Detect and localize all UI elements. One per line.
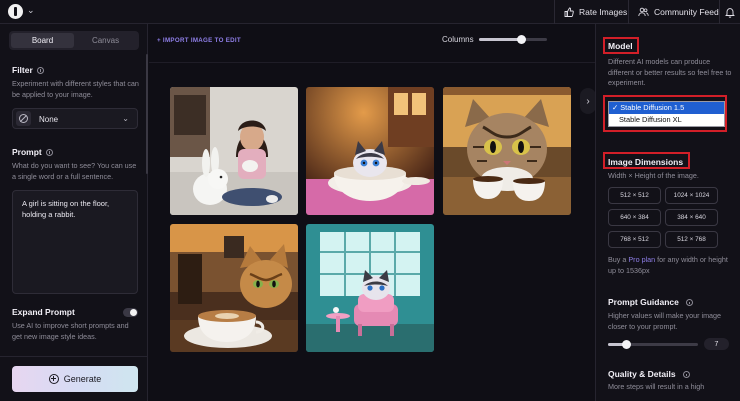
board-area: + IMPORT IMAGE TO EDIT Columns › (149, 24, 596, 401)
tab-board[interactable]: Board (11, 33, 74, 48)
model-option-selected[interactable]: ✓ Stable Diffusion 1.5 (609, 102, 724, 114)
info-icon[interactable] (686, 299, 694, 306)
users-icon (638, 7, 649, 17)
image-dimensions-description: Width × Height of the image. (608, 171, 699, 180)
community-feed-label: Community Feed (654, 7, 719, 17)
filter-description: Experiment with different styles that ca… (12, 79, 139, 99)
columns-slider-knob[interactable] (517, 35, 526, 44)
image-cat-latte[interactable] (170, 224, 298, 352)
size-512x768-button[interactable]: 512 × 768 (665, 231, 718, 248)
info-icon[interactable] (682, 371, 690, 378)
filter-title: Filter (12, 65, 44, 75)
notifications-button[interactable] (725, 0, 735, 24)
model-option-sd15: Stable Diffusion 1.5 (620, 103, 685, 112)
chevron-right-icon[interactable]: › (580, 88, 596, 114)
size-512x512-button[interactable]: 512 × 512 (608, 187, 661, 204)
model-title-highlight (603, 37, 639, 54)
left-panel: Board Canvas Filter Experiment with diff… (0, 24, 148, 401)
expand-prompt-title: Expand Prompt (12, 307, 75, 317)
model-select[interactable]: ✓ Stable Diffusion 1.5 Stable Diffusion … (608, 101, 725, 127)
quality-details-description: More steps will result in a high (608, 382, 705, 391)
columns-slider-fill (479, 38, 521, 41)
divider (719, 0, 720, 24)
filter-value: None (39, 115, 59, 124)
prompt-guidance-value[interactable]: 7 (704, 338, 729, 350)
plus-circle-icon (48, 374, 59, 384)
info-icon[interactable] (36, 66, 44, 74)
generate-button[interactable]: Generate (12, 366, 138, 392)
image-cat-pink-chair[interactable] (306, 224, 434, 352)
expand-prompt-description: Use AI to improve short prompts and get … (12, 321, 129, 341)
right-panel: Model Different AI models can produce di… (595, 24, 740, 401)
size-640x384-button[interactable]: 640 × 384 (608, 209, 661, 226)
chevron-down-icon[interactable]: ⌄ (27, 5, 35, 16)
rate-images-label: Rate Images (579, 7, 628, 17)
prompt-title-text: Prompt (12, 147, 42, 157)
pro-plan-note: Buy a Pro plan for any width or height u… (608, 255, 736, 276)
prompt-guidance-title: Prompt Guidance (608, 297, 694, 307)
prompt-guidance-text: Prompt Guidance (608, 297, 679, 307)
divider (149, 62, 595, 63)
chevron-down-icon: ⌄ (122, 114, 129, 123)
image-cat-in-cup[interactable] (306, 87, 434, 215)
pro-plan-link[interactable]: Pro plan (628, 255, 655, 264)
size-1024x1024-button[interactable]: 1024 × 1024 (665, 187, 718, 204)
tab-canvas[interactable]: Canvas (74, 33, 137, 48)
columns-slider[interactable] (479, 35, 547, 44)
selected-check: ✓ (612, 103, 621, 112)
image-girl-rabbit[interactable] (170, 87, 298, 215)
logo-icon[interactable] (8, 4, 23, 19)
rate-images-button[interactable]: Rate Images (564, 0, 627, 24)
pro-plan-prefix: Buy a (608, 255, 629, 264)
size-384x640-button[interactable]: 384 × 640 (665, 209, 718, 226)
left-scrollbar[interactable] (146, 54, 148, 174)
quality-details-title: Quality & Details (608, 369, 690, 379)
import-image-link[interactable]: + IMPORT IMAGE TO EDIT (157, 37, 241, 44)
generate-label: Generate (63, 374, 102, 384)
prompt-guidance-description: Higher values will make your image close… (608, 311, 722, 331)
quality-details-text: Quality & Details (608, 369, 676, 379)
image-dimensions-highlight (603, 152, 690, 169)
model-description: Different AI models can produce differen… (608, 57, 732, 87)
divider (628, 0, 629, 24)
divider (0, 356, 148, 357)
expand-prompt-toggle[interactable] (123, 308, 138, 317)
info-icon[interactable] (45, 148, 53, 156)
prompt-guidance-slider[interactable] (608, 340, 698, 349)
prompt-input[interactable]: A girl is sitting on the floor, holding … (12, 190, 138, 294)
divider (554, 0, 555, 24)
prompt-title: Prompt (12, 147, 53, 157)
community-feed-button[interactable]: Community Feed (638, 0, 719, 24)
size-768x512-button[interactable]: 768 × 512 (608, 231, 661, 248)
filter-select[interactable]: None ⌄ (12, 108, 138, 129)
prompt-guidance-slider-knob[interactable] (622, 340, 631, 349)
columns-label: Columns (442, 35, 474, 44)
view-tabs: Board Canvas (9, 31, 139, 50)
prompt-description: What do you want to see? You can use a s… (12, 161, 137, 181)
model-option-sdxl[interactable]: Stable Diffusion XL (609, 114, 724, 126)
bell-icon (725, 7, 735, 18)
thumbs-up-icon (564, 7, 574, 17)
no-filter-icon (16, 111, 31, 126)
top-bar: ⌄ Rate Images Community Feed (0, 0, 740, 24)
image-cat-cafe-window[interactable] (443, 87, 571, 215)
filter-title-text: Filter (12, 65, 33, 75)
